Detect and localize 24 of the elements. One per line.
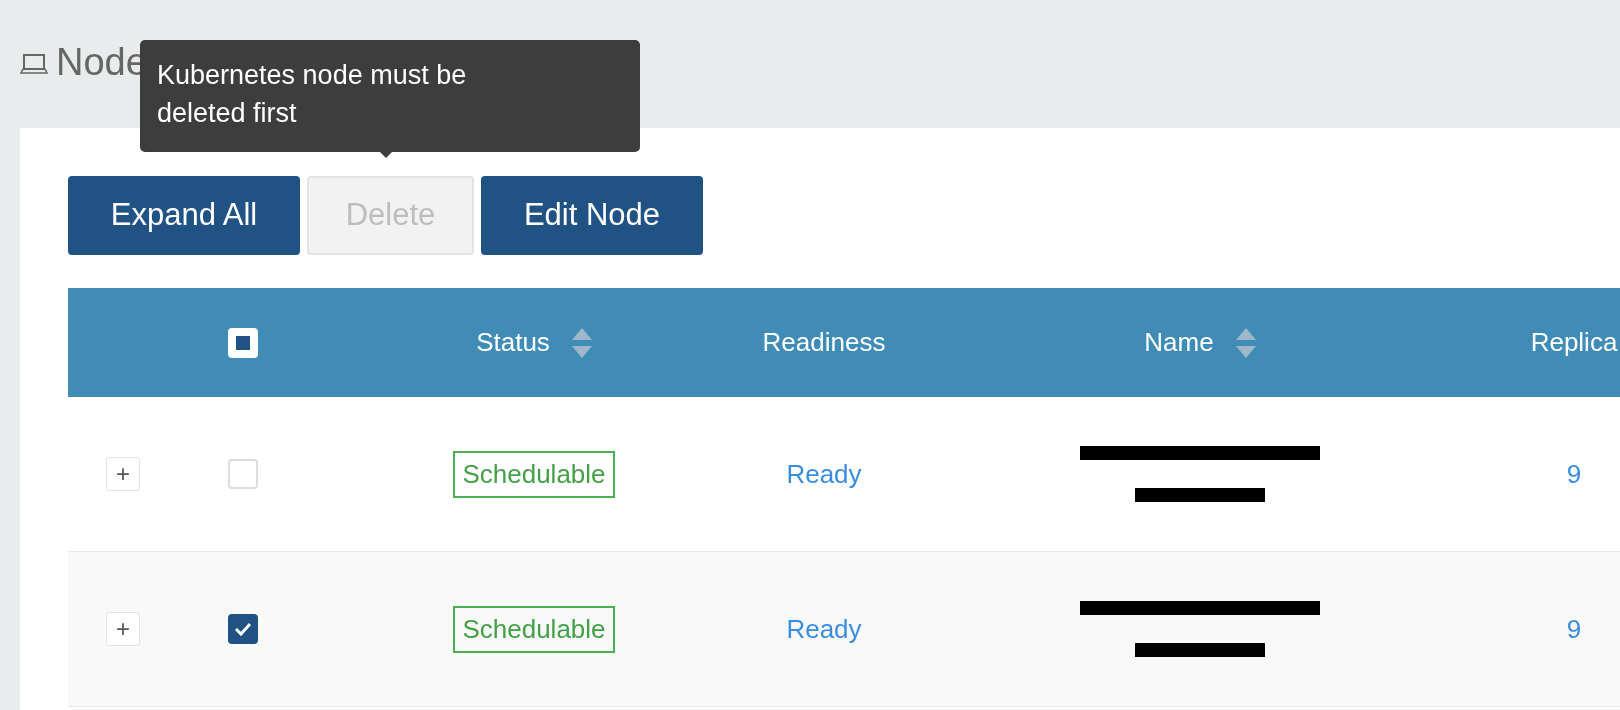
tooltip-pointer-icon: [379, 151, 393, 159]
expand-button[interactable]: +: [106, 612, 140, 646]
check-icon: [234, 622, 252, 636]
checkbox[interactable]: [228, 327, 258, 358]
sort-icon[interactable]: [571, 327, 592, 358]
sort-icon[interactable]: [1235, 327, 1256, 358]
column-header: Readiness: [762, 326, 886, 359]
replicas-count: 9: [1566, 612, 1582, 646]
status-tag: Schedulable: [453, 450, 615, 498]
tooltip: Kubernetes node must be deleted first: [140, 40, 640, 152]
readiness-link[interactable]: Ready: [786, 609, 862, 649]
checkbox[interactable]: [228, 459, 258, 489]
toolbar-button[interactable]: Edit Node: [481, 176, 703, 255]
laptop-icon: [20, 52, 48, 76]
replicas-count: 9: [1566, 457, 1582, 491]
readiness-link[interactable]: Ready: [786, 454, 862, 494]
indeterminate-icon: [236, 335, 250, 350]
checkbox[interactable]: [228, 614, 258, 644]
expand-button[interactable]: +: [106, 457, 140, 491]
column-header[interactable]: Name: [1144, 323, 1256, 362]
column-header[interactable]: Status: [476, 323, 592, 362]
toolbar-button[interactable]: Expand All: [68, 176, 300, 255]
column-header: Replica: [1530, 326, 1618, 359]
status-tag: Schedulable: [453, 605, 615, 653]
